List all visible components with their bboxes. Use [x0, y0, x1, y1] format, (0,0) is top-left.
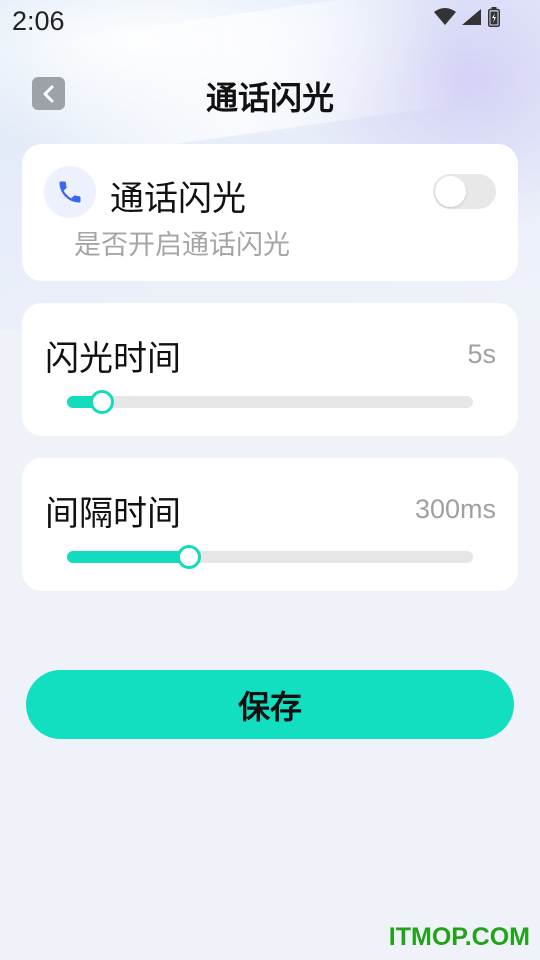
page-header: 通话闪光	[0, 66, 540, 122]
flash-duration-slider[interactable]	[67, 390, 473, 414]
status-time: 2:06	[12, 6, 65, 36]
flash-duration-card: 闪光时间 5s	[22, 303, 518, 436]
call-flash-title: 通话闪光	[110, 179, 246, 219]
interval-label: 间隔时间	[45, 494, 181, 534]
phone-icon	[59, 181, 81, 203]
call-flash-toggle[interactable]	[433, 174, 496, 209]
call-flash-subtitle: 是否开启通话闪光	[74, 230, 290, 261]
interval-card: 间隔时间 300ms	[22, 458, 518, 591]
flash-duration-label: 闪光时间	[45, 339, 181, 379]
interval-slider[interactable]	[67, 545, 473, 569]
flash-duration-value: 5s	[467, 339, 496, 369]
status-icons	[434, 7, 500, 27]
slider-thumb[interactable]	[176, 545, 201, 569]
wifi-icon	[434, 8, 456, 25]
battery-icon	[488, 7, 500, 27]
watermark: ITMOP.COM	[388, 923, 530, 951]
cellular-signal-icon	[462, 9, 481, 25]
slider-fill	[67, 551, 189, 563]
call-flash-card: 通话闪光 是否开启通话闪光	[22, 144, 518, 281]
page-title: 通话闪光	[205, 79, 334, 117]
phone-icon-badge	[44, 166, 96, 218]
save-button[interactable]: 保存	[26, 670, 514, 739]
status-bar: 2:06	[0, 0, 540, 46]
save-button-label: 保存	[237, 687, 302, 726]
interval-value: 300ms	[414, 494, 496, 524]
slider-thumb[interactable]	[89, 390, 114, 414]
slider-track	[67, 396, 473, 408]
toggle-knob	[435, 176, 466, 207]
